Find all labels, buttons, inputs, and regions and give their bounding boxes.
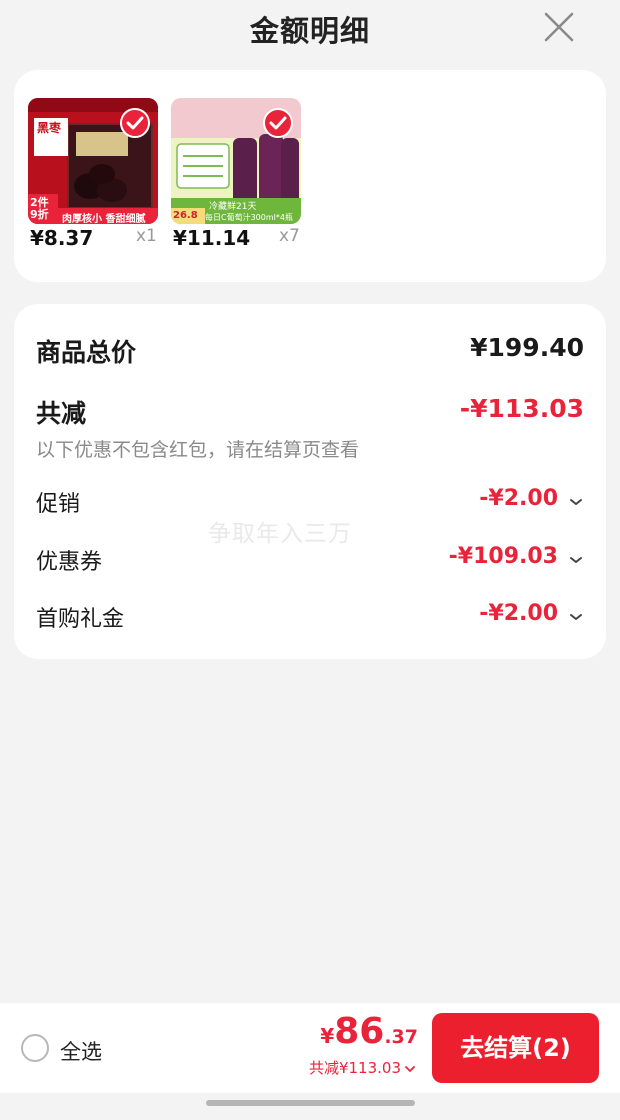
payable-total: ¥86.37 — [320, 1011, 418, 1052]
total-reduce-value: -¥113.03 — [459, 394, 584, 423]
price-summary-card: 商品总价 ¥199.40 共减 -¥113.03 以下优惠不包含红包，请在结算页… — [14, 304, 606, 659]
checkout-button[interactable]: 去结算(2) — [432, 1013, 599, 1083]
checkout-bar: 全选 ¥86.37 共减¥113.03 去结算(2) — [0, 1003, 620, 1093]
watermark: 争取年入三万 — [208, 521, 352, 547]
checked-icon[interactable] — [263, 108, 293, 138]
reduce-summary-text: 共减¥113.03 — [308, 1059, 401, 1077]
total-reduce-row: 共减 -¥113.03 — [36, 394, 584, 434]
product-title-tag: 黑枣 — [37, 121, 62, 135]
currency-symbol: ¥ — [320, 1024, 335, 1048]
total-price-row: 商品总价 ¥199.40 — [36, 333, 584, 373]
chevron-down-icon[interactable] — [568, 611, 584, 623]
discount-label: 优惠券 — [36, 550, 103, 575]
product-banner: 肉厚核小 香甜细腻 — [62, 214, 146, 224]
home-indicator — [206, 1100, 415, 1106]
total-price-value: ¥199.40 — [470, 333, 584, 362]
discount-label: 促销 — [36, 492, 81, 517]
discount-value: -¥2.00 — [479, 601, 558, 626]
product-price: ¥11.14 — [173, 226, 251, 250]
product-banner: 每日C葡萄汁300ml*4瓶 — [205, 213, 293, 222]
discount-label: 首购礼金 — [36, 607, 125, 632]
discount-value: -¥109.03 — [448, 544, 558, 569]
reduce-summary[interactable]: 共减¥113.03 — [309, 1057, 416, 1078]
discount-row-coupon[interactable]: 优惠券 -¥109.03 — [36, 544, 584, 584]
discount-value: -¥2.00 — [479, 486, 558, 511]
chevron-down-icon — [405, 1065, 415, 1072]
discount-row-first-purchase[interactable]: 首购礼金 -¥2.00 — [36, 601, 584, 641]
product-item[interactable]: 黑枣 2件9折 肉厚核小 香甜细腻 ¥8.37 x1 — [28, 98, 160, 258]
page-title: 金额明细 — [249, 14, 370, 48]
total-integer: 86 — [334, 1011, 385, 1052]
product-price-tag: 26.8 — [173, 210, 198, 221]
select-all-radio[interactable] — [21, 1034, 49, 1062]
discount-note: 以下优惠不包含红包，请在结算页查看 — [36, 439, 360, 461]
product-quantity: x7 — [279, 226, 300, 246]
close-icon[interactable] — [541, 9, 577, 45]
header: 金额明细 — [0, 0, 620, 60]
product-price: ¥8.37 — [30, 226, 94, 250]
chevron-down-icon[interactable] — [568, 554, 584, 566]
total-price-label: 商品总价 — [36, 338, 137, 367]
products-card: 黑枣 2件9折 肉厚核小 香甜细腻 ¥8.37 x1 冷藏鲜21天 26.8 每… — [14, 70, 606, 282]
product-item[interactable]: 冷藏鲜21天 26.8 每日C葡萄汁300ml*4瓶 ¥11.14 x7 — [171, 98, 303, 258]
select-all-label[interactable]: 全选 — [60, 1036, 102, 1066]
chevron-down-icon[interactable] — [568, 496, 584, 508]
product-quantity: x1 — [136, 226, 157, 246]
product-top-banner: 冷藏鲜21天 — [209, 202, 257, 212]
total-decimal: .37 — [384, 1026, 418, 1048]
checked-icon[interactable] — [120, 108, 150, 138]
total-reduce-label: 共减 — [36, 399, 87, 428]
product-promo-tag: 2件9折 — [30, 196, 49, 221]
